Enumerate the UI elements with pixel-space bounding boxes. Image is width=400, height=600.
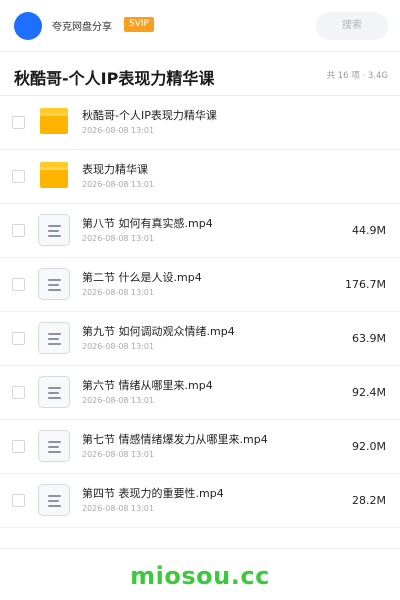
item-summary: 共 16 项 · 3.4G <box>326 71 388 81</box>
file-name: 第二节 什么是人设.mp4 <box>82 271 202 284</box>
file-date: 2026-08-08 13:01 <box>82 126 155 135</box>
list-item[interactable]: 第七节 情感情绪爆发力从哪里来.mp4 2026-08-08 13:01 92.… <box>0 420 400 474</box>
file-date: 2026-08-08 13:01 <box>82 180 155 189</box>
folder-icon <box>40 162 68 188</box>
select-checkbox[interactable] <box>12 332 25 345</box>
file-size: 44.9M <box>352 224 386 237</box>
file-date: 2026-08-08 13:01 <box>82 234 155 243</box>
select-checkbox[interactable] <box>12 494 25 507</box>
select-checkbox[interactable] <box>12 386 25 399</box>
select-checkbox[interactable] <box>12 116 25 129</box>
file-size: 176.7M <box>345 278 386 291</box>
list-item[interactable]: 秋酷哥-个人IP表现力精华课 2026-08-08 13:01 <box>0 96 400 150</box>
folder-title-bar: 秋酷哥-个人IP表现力精华课 共 16 项 · 3.4G <box>0 52 400 96</box>
file-size: 63.9M <box>352 332 386 345</box>
username: 夸克网盘分享 <box>52 22 112 33</box>
watermark: miosou.cc <box>130 562 270 590</box>
file-name: 表现力精华课 <box>82 163 148 176</box>
file-date: 2026-08-08 13:01 <box>82 396 155 405</box>
list-item[interactable]: 第六节 情绪从哪里来.mp4 2026-08-08 13:01 92.4M <box>0 366 400 420</box>
file-list: 秋酷哥-个人IP表现力精华课 2026-08-08 13:01 表现力精华课 2… <box>0 96 400 528</box>
video-file-icon <box>38 322 70 354</box>
file-name: 秋酷哥-个人IP表现力精华课 <box>82 109 217 122</box>
file-size: 92.0M <box>352 440 386 453</box>
file-name: 第九节 如何调动观众情绪.mp4 <box>82 325 235 338</box>
folder-icon <box>40 108 68 134</box>
list-item[interactable]: 第二节 什么是人设.mp4 2026-08-08 13:01 176.7M <box>0 258 400 312</box>
header: 夸克网盘分享 SVIP 搜索 <box>0 0 400 52</box>
list-item[interactable]: 第四节 表现力的重要性.mp4 2026-08-08 13:01 28.2M <box>0 474 400 528</box>
file-date: 2026-08-08 13:01 <box>82 450 155 459</box>
file-size: 92.4M <box>352 386 386 399</box>
page-title: 秋酷哥-个人IP表现力精华课 <box>14 69 215 88</box>
video-file-icon <box>38 430 70 462</box>
video-file-icon <box>38 484 70 516</box>
video-file-icon <box>38 214 70 246</box>
video-file-icon <box>38 376 70 408</box>
list-item[interactable]: 表现力精华课 2026-08-08 13:01 <box>0 150 400 204</box>
video-file-icon <box>38 268 70 300</box>
bottom-divider <box>0 548 400 549</box>
svip-badge: SVIP <box>124 17 154 32</box>
list-item[interactable]: 第九节 如何调动观众情绪.mp4 2026-08-08 13:01 63.9M <box>0 312 400 366</box>
file-date: 2026-08-08 13:01 <box>82 342 155 351</box>
file-name: 第八节 如何有真实感.mp4 <box>82 217 213 230</box>
list-item[interactable]: 第八节 如何有真实感.mp4 2026-08-08 13:01 44.9M <box>0 204 400 258</box>
file-size: 28.2M <box>352 494 386 507</box>
file-name: 第四节 表现力的重要性.mp4 <box>82 487 224 500</box>
select-checkbox[interactable] <box>12 170 25 183</box>
file-date: 2026-08-08 13:01 <box>82 288 155 297</box>
select-checkbox[interactable] <box>12 224 25 237</box>
avatar[interactable] <box>14 12 42 40</box>
select-checkbox[interactable] <box>12 440 25 453</box>
search-input[interactable]: 搜索 <box>316 12 388 40</box>
select-checkbox[interactable] <box>12 278 25 291</box>
file-date: 2026-08-08 13:01 <box>82 504 155 513</box>
app-window: 夸克网盘分享 SVIP 搜索 秋酷哥-个人IP表现力精华课 共 16 项 · 3… <box>0 0 400 600</box>
file-name: 第六节 情绪从哪里来.mp4 <box>82 379 213 392</box>
file-name: 第七节 情感情绪爆发力从哪里来.mp4 <box>82 433 268 446</box>
